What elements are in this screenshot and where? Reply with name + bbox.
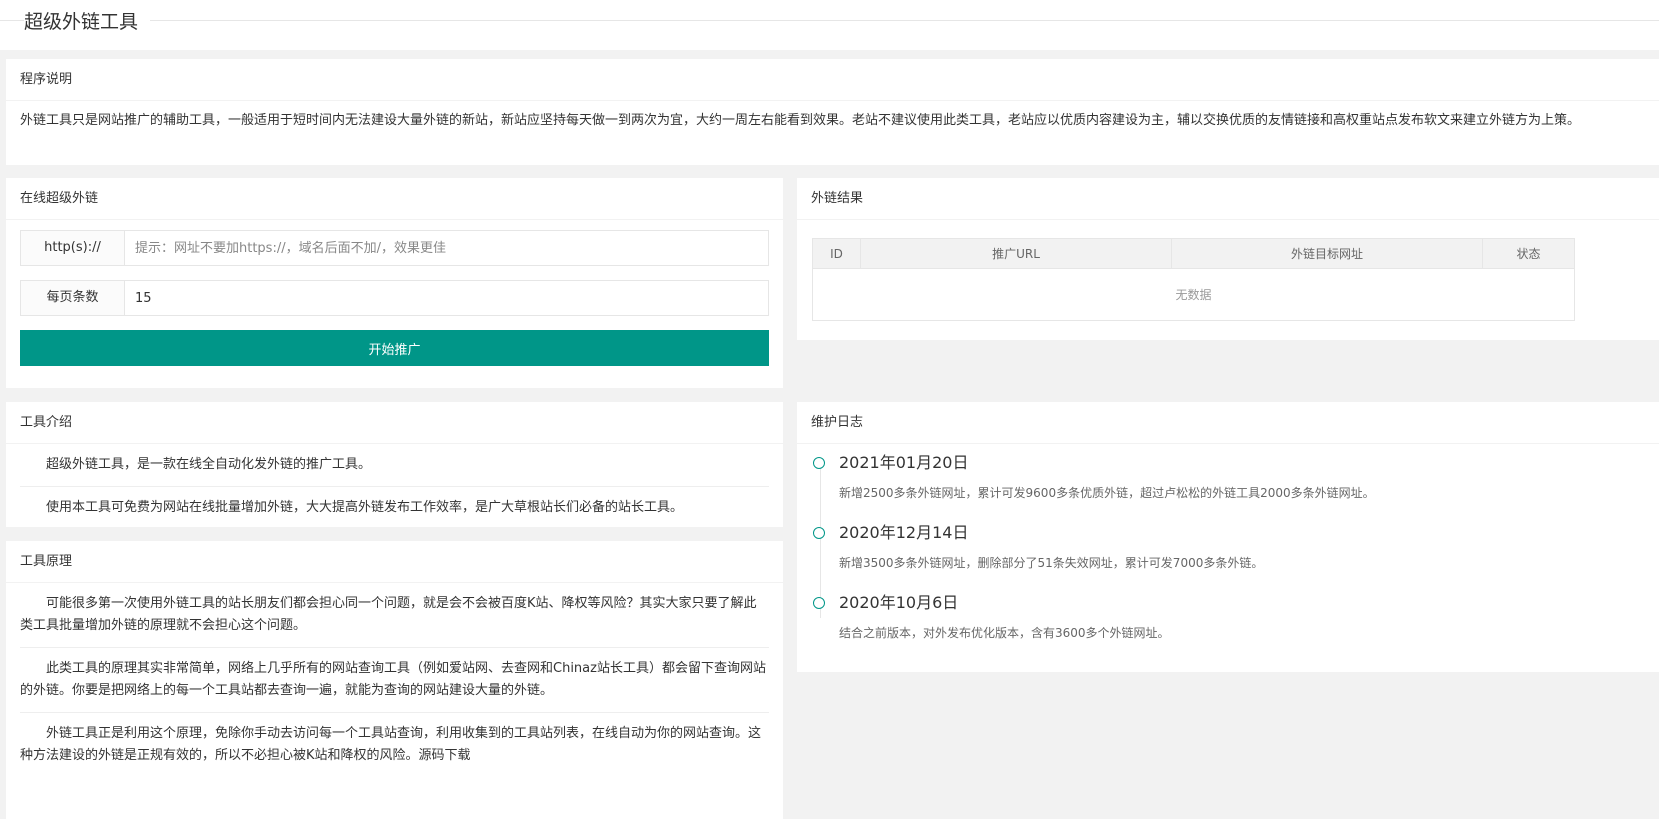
changelog-timeline: 2021年01月20日 新增2500多条外链网址，累计可发9600多条优质外链，…: [797, 444, 1659, 674]
timeline-item: 2020年10月6日 结合之前版本，对外发布优化版本，含有3600多个外链网址。: [813, 593, 1645, 664]
principle-paragraph-text: 外链工具正是利用这个原理，免除你手动去访问每一个工具站查询，利用收集到的工具站列…: [20, 726, 762, 763]
column-status[interactable]: 状态: [1482, 238, 1575, 269]
results-title: 外链结果: [797, 178, 1659, 220]
timeline-dot-icon: [813, 457, 825, 469]
url-prefix-label: http(s)://: [21, 231, 125, 265]
changelog-title: 维护日志: [797, 402, 1659, 444]
timeline-text: 新增3500多条外链网址，删除部分了51条失效网址，累计可发7000多条外链。: [839, 556, 1264, 570]
page-title: 超级外链工具: [24, 7, 151, 34]
principle-paragraph-last: 外链工具正是利用这个原理，免除你手动去访问每一个工具站查询，利用收集到的工具站列…: [20, 713, 769, 777]
count-input[interactable]: [125, 281, 768, 315]
results-card: 外链结果 ID 推广URL 外链目标网址 状态 无数据: [797, 178, 1659, 340]
timeline-item: 2021年01月20日 新增2500多条外链网址，累计可发9600多条优质外链，…: [813, 453, 1645, 524]
timeline-text: 新增2500多条外链网址，累计可发9600多条优质外链，超过卢松松的外链工具20…: [839, 486, 1375, 500]
results-table: ID 推广URL 外链目标网址 状态 无数据: [812, 238, 1575, 321]
timeline-date: 2020年10月6日: [839, 593, 959, 612]
timeline-dot-icon: [813, 527, 825, 539]
description-card: 程序说明 外链工具只是网站推广的辅助工具，一般适用于短时间内无法建设大量外链的新…: [6, 59, 1659, 165]
timeline-axis: [820, 466, 821, 618]
header-divider: [0, 20, 1659, 21]
form-title: 在线超级外链: [6, 178, 783, 220]
principle-card: 工具原理 可能很多第一次使用外链工具的站长朋友们都会担心同一个问题，就是会不会被…: [6, 541, 783, 819]
source-download-link[interactable]: 源码下载: [419, 748, 471, 763]
description-text: 外链工具只是网站推广的辅助工具，一般适用于短时间内无法建设大量外链的新站，新站应…: [20, 113, 1581, 128]
changelog-card: 维护日志 2021年01月20日 新增2500多条外链网址，累计可发9600多条…: [797, 402, 1659, 672]
column-promo-url[interactable]: 推广URL: [860, 238, 1172, 269]
column-target-url[interactable]: 外链目标网址: [1171, 238, 1483, 269]
url-row: http(s)://: [20, 230, 769, 266]
principle-title: 工具原理: [6, 541, 783, 583]
start-promotion-button[interactable]: 开始推广: [20, 330, 769, 366]
intro-title: 工具介绍: [6, 402, 783, 444]
backlink-form-card: 在线超级外链 http(s):// 每页条数 开始推广: [6, 178, 783, 388]
intro-card: 工具介绍 超级外链工具，是一款在线全自动化发外链的推广工具。 使用本工具可免费为…: [6, 402, 783, 527]
description-title: 程序说明: [6, 59, 1659, 101]
timeline-item: 2020年12月14日 新增3500多条外链网址，删除部分了51条失效网址，累计…: [813, 523, 1645, 594]
empty-state: 无数据: [812, 268, 1575, 321]
principle-paragraph: 可能很多第一次使用外链工具的站长朋友们都会担心同一个问题，就是会不会被百度K站、…: [20, 583, 769, 648]
timeline-text: 结合之前版本，对外发布优化版本，含有3600多个外链网址。: [839, 626, 1170, 640]
intro-paragraph: 使用本工具可免费为网站在线批量增加外链，大大提高外链发布工作效率，是广大草根站长…: [46, 500, 684, 515]
timeline-date: 2020年12月14日: [839, 523, 969, 542]
intro-paragraph: 超级外链工具，是一款在线全自动化发外链的推广工具。: [20, 444, 769, 487]
page-header: 超级外链工具: [0, 0, 1659, 50]
principle-paragraph: 此类工具的原理其实非常简单，网络上几乎所有的网站查询工具（例如爱站网、去查网和C…: [20, 648, 769, 713]
count-label: 每页条数: [21, 281, 125, 315]
timeline-date: 2021年01月20日: [839, 453, 969, 472]
count-row: 每页条数: [20, 280, 769, 316]
timeline-dot-icon: [813, 597, 825, 609]
column-id[interactable]: ID: [812, 238, 861, 269]
url-input[interactable]: [125, 231, 768, 265]
